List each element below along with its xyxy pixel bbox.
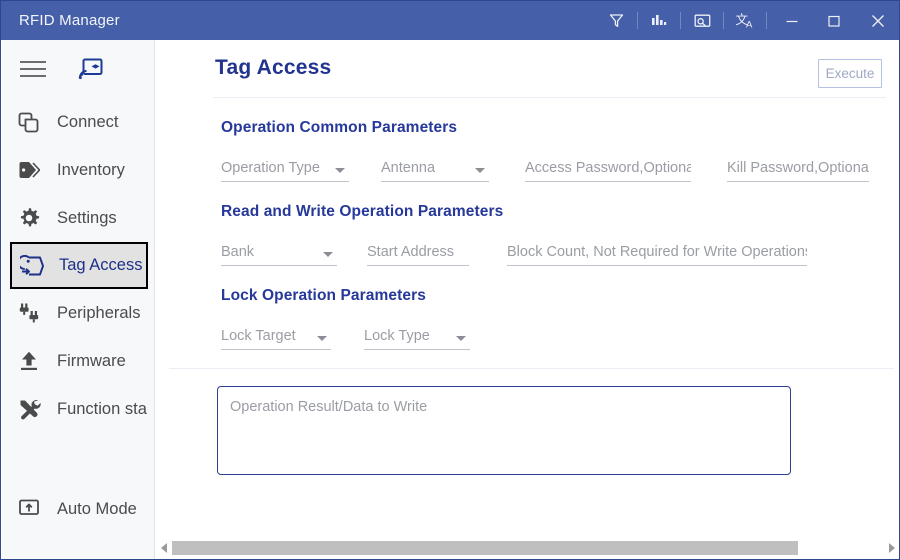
tag-access-icon xyxy=(20,254,46,277)
block-count-placeholder: Block Count, Not Required for Write Oper… xyxy=(507,244,807,260)
lock-target-select[interactable]: Lock Target xyxy=(221,323,331,350)
chevron-down-icon xyxy=(317,336,327,341)
rfid-reader-icon[interactable] xyxy=(78,57,104,81)
lock-target-placeholder: Lock Target xyxy=(221,328,296,344)
operation-type-placeholder: Operation Type xyxy=(221,160,320,176)
sidebar-item-firmware[interactable]: Firmware xyxy=(2,337,154,385)
filter-icon[interactable] xyxy=(599,1,633,40)
bar-chart-icon[interactable] xyxy=(642,1,676,40)
monitor-search-icon[interactable] xyxy=(685,1,719,40)
sidebar-item-label: Function sta xyxy=(57,399,147,418)
plug-icon xyxy=(18,302,44,324)
titlebar-actions: 文 A xyxy=(599,1,899,40)
section-title-common: Operation Common Parameters xyxy=(221,119,458,136)
scrollbar-track[interactable] xyxy=(172,541,883,555)
main-content: Tag Access Execute Operation Common Para… xyxy=(155,40,899,559)
antenna-select[interactable]: Antenna xyxy=(381,155,489,182)
readwrite-parameters-row: Bank Start Address Block Count, Not Requ… xyxy=(221,236,899,266)
sidebar-item-inventory[interactable]: Inventory xyxy=(2,146,154,194)
operation-type-select[interactable]: Operation Type xyxy=(221,155,349,182)
execute-button[interactable]: Execute xyxy=(818,59,882,88)
close-button[interactable] xyxy=(855,1,899,40)
upload-icon xyxy=(18,350,44,372)
start-address-input[interactable]: Start Address xyxy=(367,239,469,266)
titlebar-separator xyxy=(637,12,638,29)
svg-text:A: A xyxy=(746,19,753,30)
access-password-placeholder: Access Password,Optional xyxy=(525,160,691,176)
sidebar-item-connect[interactable]: Connect xyxy=(2,98,154,146)
gear-icon xyxy=(18,207,44,229)
app-window: RFID Manager 文 A Connect Inventory Setti… xyxy=(0,0,900,560)
tools-icon xyxy=(18,398,44,421)
sidebar: Connect Inventory Settings Tag Access Pe… xyxy=(2,40,155,559)
connect-icon xyxy=(18,112,44,133)
antenna-placeholder: Antenna xyxy=(381,160,436,176)
tag-icon xyxy=(18,160,44,180)
scroll-right-arrow-icon[interactable] xyxy=(883,538,899,558)
sidebar-item-label: Connect xyxy=(57,112,119,131)
kill-password-input[interactable]: Kill Password,Optional xyxy=(727,155,869,182)
chevron-down-icon xyxy=(475,168,485,173)
lock-section-divider xyxy=(169,368,894,369)
translate-icon[interactable]: 文 A xyxy=(728,1,762,40)
minimize-button[interactable] xyxy=(771,1,813,40)
sidebar-item-auto-mode[interactable]: Auto Mode xyxy=(2,485,154,533)
hamburger-menu-icon[interactable] xyxy=(20,59,48,79)
sidebar-item-tag-access[interactable]: Tag Access xyxy=(10,242,148,289)
titlebar-separator xyxy=(680,12,681,29)
sidebar-item-settings[interactable]: Settings xyxy=(2,194,154,242)
scrollbar-thumb[interactable] xyxy=(172,541,798,555)
sidebar-item-label: Inventory xyxy=(57,160,125,179)
sidebar-item-peripherals[interactable]: Peripherals xyxy=(2,289,154,337)
horizontal-scrollbar[interactable] xyxy=(155,538,899,558)
lock-type-select[interactable]: Lock Type xyxy=(364,323,470,350)
sidebar-item-label: Peripherals xyxy=(57,303,141,322)
scroll-left-arrow-icon[interactable] xyxy=(155,538,172,558)
operation-result-textarea[interactable]: Operation Result/Data to Write xyxy=(217,386,791,475)
bank-select[interactable]: Bank xyxy=(221,239,337,266)
sidebar-item-function-status[interactable]: Function sta xyxy=(2,385,154,433)
titlebar-separator xyxy=(766,12,767,29)
sidebar-header xyxy=(2,40,154,98)
app-title: RFID Manager xyxy=(19,12,120,29)
chevron-down-icon xyxy=(456,336,466,341)
auto-mode-icon xyxy=(18,498,44,520)
operation-result-placeholder: Operation Result/Data to Write xyxy=(230,399,428,415)
maximize-button[interactable] xyxy=(813,1,855,40)
sidebar-item-label: Tag Access xyxy=(59,256,143,274)
page-title: Tag Access xyxy=(215,56,332,79)
sidebar-item-label: Auto Mode xyxy=(57,499,137,518)
section-title-readwrite: Read and Write Operation Parameters xyxy=(221,203,504,220)
common-parameters-row: Operation Type Antenna Access Password,O… xyxy=(221,152,899,182)
bank-placeholder: Bank xyxy=(221,244,255,260)
lock-type-placeholder: Lock Type xyxy=(364,328,430,344)
header-divider xyxy=(213,97,886,98)
start-address-placeholder: Start Address xyxy=(367,244,455,260)
sidebar-item-label: Firmware xyxy=(57,351,126,370)
chevron-down-icon xyxy=(323,252,333,257)
title-bar: RFID Manager 文 A xyxy=(1,1,899,40)
chevron-down-icon xyxy=(335,168,345,173)
lock-parameters-row: Lock Target Lock Type xyxy=(221,320,899,350)
sidebar-item-label: Settings xyxy=(57,208,117,227)
section-title-lock: Lock Operation Parameters xyxy=(221,287,426,304)
access-password-input[interactable]: Access Password,Optional xyxy=(525,155,691,182)
kill-password-placeholder: Kill Password,Optional xyxy=(727,160,869,176)
titlebar-separator xyxy=(723,12,724,29)
page-header: Tag Access Execute xyxy=(155,40,899,97)
block-count-input[interactable]: Block Count, Not Required for Write Oper… xyxy=(507,239,807,266)
